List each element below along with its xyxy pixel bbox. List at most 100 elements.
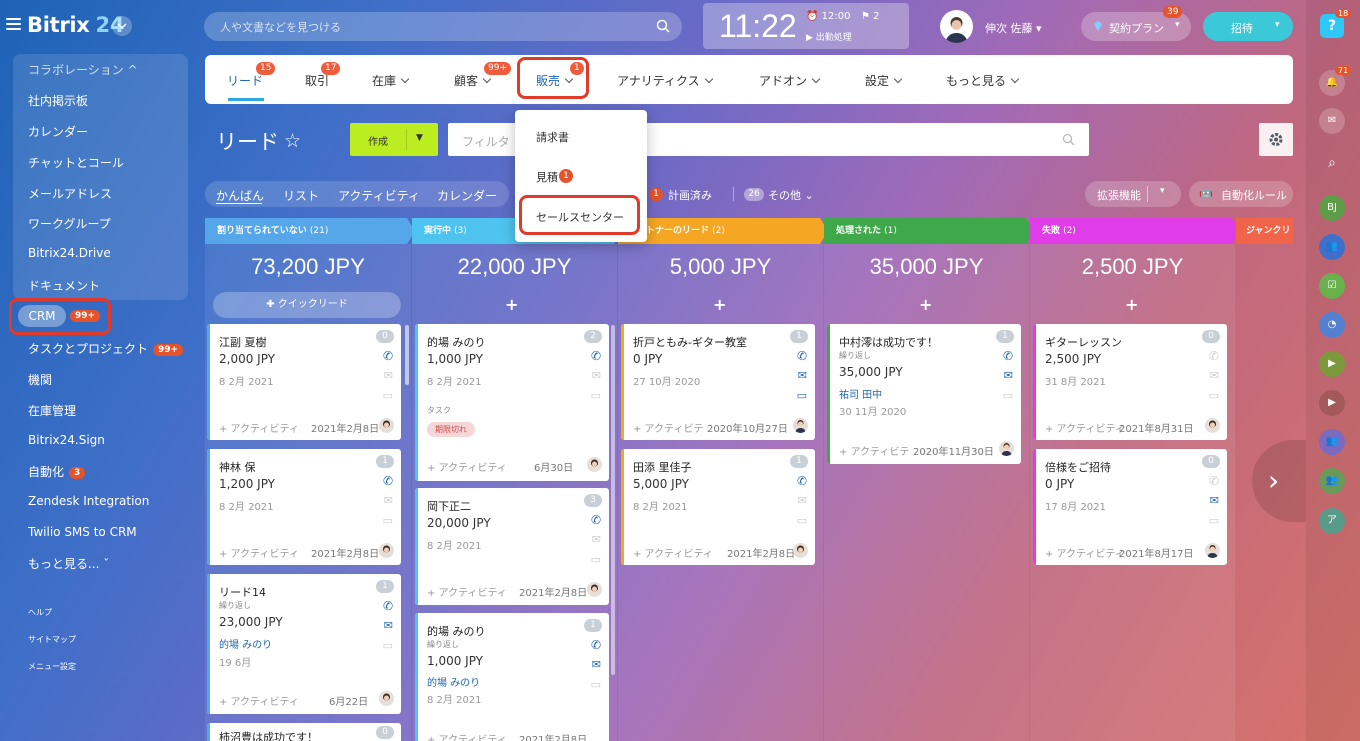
chat-icon[interactable]: ▭ — [1209, 389, 1219, 402]
column-header-processed[interactable]: 処理された (1) — [824, 218, 1034, 244]
avatar[interactable]: ア — [1319, 508, 1345, 534]
phone-icon[interactable]: ✆ — [591, 349, 601, 363]
sidebar-item-chat[interactable]: チャットとコール — [28, 154, 124, 171]
extensions-button[interactable]: 拡張機能 ▾ — [1085, 181, 1181, 207]
tab-clients[interactable]: 顧客 — [454, 72, 492, 89]
card-name[interactable]: 江副 夏樹 — [219, 334, 267, 350]
add-icon[interactable]: + — [919, 295, 932, 314]
automation-rules-button[interactable]: 🤖 自動化ルール — [1189, 181, 1293, 207]
lead-card[interactable]: 倍様をご招待 0 0 JPY 17 8月 2021 ✆ ✉ ▭ + アクティビテ… — [1033, 449, 1227, 565]
chat-icon[interactable]: ▭ — [383, 389, 393, 402]
lead-card[interactable]: 田添 里佳子 1 5,000 JPY 8 2月 2021 ✆ ✉ ▭ + アクテ… — [621, 449, 815, 565]
person-avatar[interactable] — [379, 543, 394, 558]
phone-icon[interactable]: ✆ — [591, 513, 601, 527]
lead-card[interactable]: 的場 みのり 1 繰り返し 1,000 JPY 的場 みのり 8 2月 2021… — [415, 613, 609, 741]
chevron-down-icon[interactable]: ▼ — [416, 133, 423, 143]
avatar[interactable]: BJ — [1319, 195, 1345, 221]
mail-icon[interactable]: ✉ — [798, 369, 807, 382]
add-activity[interactable]: + アクティビティ — [1045, 420, 1125, 435]
sidebar-item-mail[interactable]: メールアドレス — [28, 185, 112, 202]
lead-card[interactable]: ギターレッスン 0 2,500 JPY 31 8月 2021 ✆ ✉ ▭ + ア… — [1033, 324, 1227, 440]
chat-icon[interactable]: ✉ — [1319, 108, 1345, 134]
sidebar-item-feed[interactable]: 社内掲示板 — [28, 92, 88, 109]
sidebar-item-sign[interactable]: Bitrix24.Sign — [28, 433, 105, 447]
card-name[interactable]: 岡下正二 — [427, 498, 471, 514]
add-activity[interactable]: + アクティビティ — [219, 420, 299, 435]
lead-card[interactable]: 江副 夏樹 0 2,000 JPY 8 2月 2021 ✆ ✉ ▭ + アクティ… — [207, 324, 401, 440]
tab-analytics[interactable]: アナリティクス — [617, 72, 713, 89]
card-name[interactable]: 折戸ともみ-ギター教室 — [633, 334, 747, 350]
card-contact[interactable]: 的場 みのり — [427, 674, 480, 689]
group-chat-icon[interactable]: 👥 — [1319, 234, 1345, 260]
video-icon[interactable]: ▶ — [1319, 351, 1345, 377]
search-input[interactable]: 人や文書などを見つける — [204, 12, 682, 41]
menu-item-invoices[interactable]: 請求書 — [536, 129, 569, 145]
mail-icon[interactable]: ✉ — [1210, 494, 1219, 507]
logo[interactable]: Bitrix 24 — [27, 13, 124, 37]
person-avatar[interactable] — [379, 418, 394, 433]
lead-card[interactable]: 折戸ともみ-ギター教室 1 0 JPY 27 10月 2020 ✆ ✉ ▭ + … — [621, 324, 815, 440]
sidebar-item-zendesk[interactable]: Zendesk Integration — [28, 494, 149, 508]
chevron-down-icon[interactable]: ▾ — [1275, 20, 1280, 30]
chat-icon[interactable]: ▭ — [1003, 389, 1013, 402]
clock-status[interactable]: ▶ 出勤処理 — [806, 30, 852, 43]
card-name[interactable]: 倍様をご招待 — [1045, 459, 1111, 475]
phone-icon[interactable]: ✆ — [591, 638, 601, 652]
tab-settings[interactable]: 設定 — [865, 72, 903, 89]
column-header-junk[interactable]: ジャンクリ — [1236, 218, 1293, 244]
mail-icon[interactable]: ✉ — [1004, 369, 1013, 382]
menu-burger-icon[interactable] — [6, 18, 21, 33]
column-header-failed[interactable]: 失敗 (2) — [1030, 218, 1240, 244]
card-name[interactable]: 的場 みのり — [427, 334, 486, 350]
other-filter[interactable]: その他 ⌄ — [768, 187, 814, 203]
person-avatar[interactable] — [793, 543, 808, 558]
scrollbar[interactable] — [405, 325, 409, 385]
person-avatar[interactable] — [999, 441, 1014, 456]
phone-icon[interactable]: ✆ — [1209, 349, 1219, 363]
mail-icon[interactable]: ✉ — [384, 494, 393, 507]
column-header-partner[interactable]: トナーのリード (2) — [618, 218, 828, 244]
card-name[interactable]: 田添 里佳子 — [633, 459, 692, 475]
sidebar-item-tasks[interactable]: タスクとプロジェクト 99+ — [28, 340, 184, 357]
tasks-icon[interactable]: ☑ — [1319, 273, 1345, 299]
person-avatar[interactable] — [587, 457, 602, 472]
lead-card[interactable]: 中村澪は成功です！ 1 繰り返し 35,000 JPY 祐司 田中 30 11月… — [827, 324, 1021, 464]
sidebar-item-workgroups[interactable]: ワークグループ — [28, 215, 111, 232]
phone-icon[interactable]: ✆ — [797, 349, 807, 363]
add-activity[interactable]: + アクティビティ — [219, 693, 299, 708]
card-contact[interactable]: 的場 みのり — [219, 636, 272, 651]
sidebar-item-more[interactable]: もっと見る... ˇ — [28, 555, 109, 572]
card-name[interactable]: ギターレッスン — [1045, 334, 1122, 350]
card-name[interactable]: 中村澪は成功です！ — [839, 334, 938, 350]
tab-inventory[interactable]: 在庫 — [372, 72, 410, 89]
user-clock-icon[interactable]: ◔ — [1319, 312, 1345, 338]
chevron-down-icon[interactable] — [112, 16, 132, 36]
lead-card[interactable]: 神林 保 1 1,200 JPY 8 2月 2021 ✆ ✉ ▭ + アクティビ… — [207, 449, 401, 565]
card-contact[interactable]: 祐司 田中 — [839, 386, 882, 401]
phone-icon[interactable]: ✆ — [797, 474, 807, 488]
mail-icon[interactable]: ✉ — [592, 369, 601, 382]
card-name[interactable]: リード14 — [219, 584, 266, 600]
add-activity[interactable]: + アクティビティ — [219, 545, 299, 560]
mail-icon[interactable]: ✉ — [592, 658, 601, 671]
chat-icon[interactable]: ▭ — [383, 639, 393, 652]
phone-icon[interactable]: ✆ — [383, 474, 393, 488]
view-list[interactable]: リスト — [283, 187, 319, 204]
mail-icon[interactable]: ✉ — [1210, 369, 1219, 382]
phone-icon[interactable]: ✆ — [1209, 474, 1219, 488]
chat-icon[interactable]: ▭ — [383, 514, 393, 527]
mail-icon[interactable]: ✉ — [798, 494, 807, 507]
chat-icon[interactable]: ▭ — [591, 389, 601, 402]
add-activity[interactable]: + アクティビティ — [633, 545, 713, 560]
sidebar-item-inventory[interactable]: 在庫管理 — [28, 402, 76, 419]
add-activity[interactable]: + アクティビテ — [633, 420, 703, 435]
add-activity[interactable]: + アクティビテ — [839, 443, 909, 458]
person-avatar[interactable] — [1205, 418, 1220, 433]
group-icon[interactable]: 👥 — [1319, 429, 1345, 455]
lead-card[interactable]: リード14 1 繰り返し 23,000 JPY 的場 みのり 19 6月 ✆ ✉… — [207, 574, 401, 714]
menu-item-quotes[interactable]: 見積 — [536, 169, 558, 185]
sidebar-item-calendar[interactable]: カレンダー — [28, 123, 88, 140]
chat-icon[interactable]: ▭ — [797, 514, 807, 527]
quick-lead-button[interactable]: ✚ クイックリード — [213, 292, 401, 318]
add-activity[interactable]: + アクティビティ — [427, 459, 507, 474]
